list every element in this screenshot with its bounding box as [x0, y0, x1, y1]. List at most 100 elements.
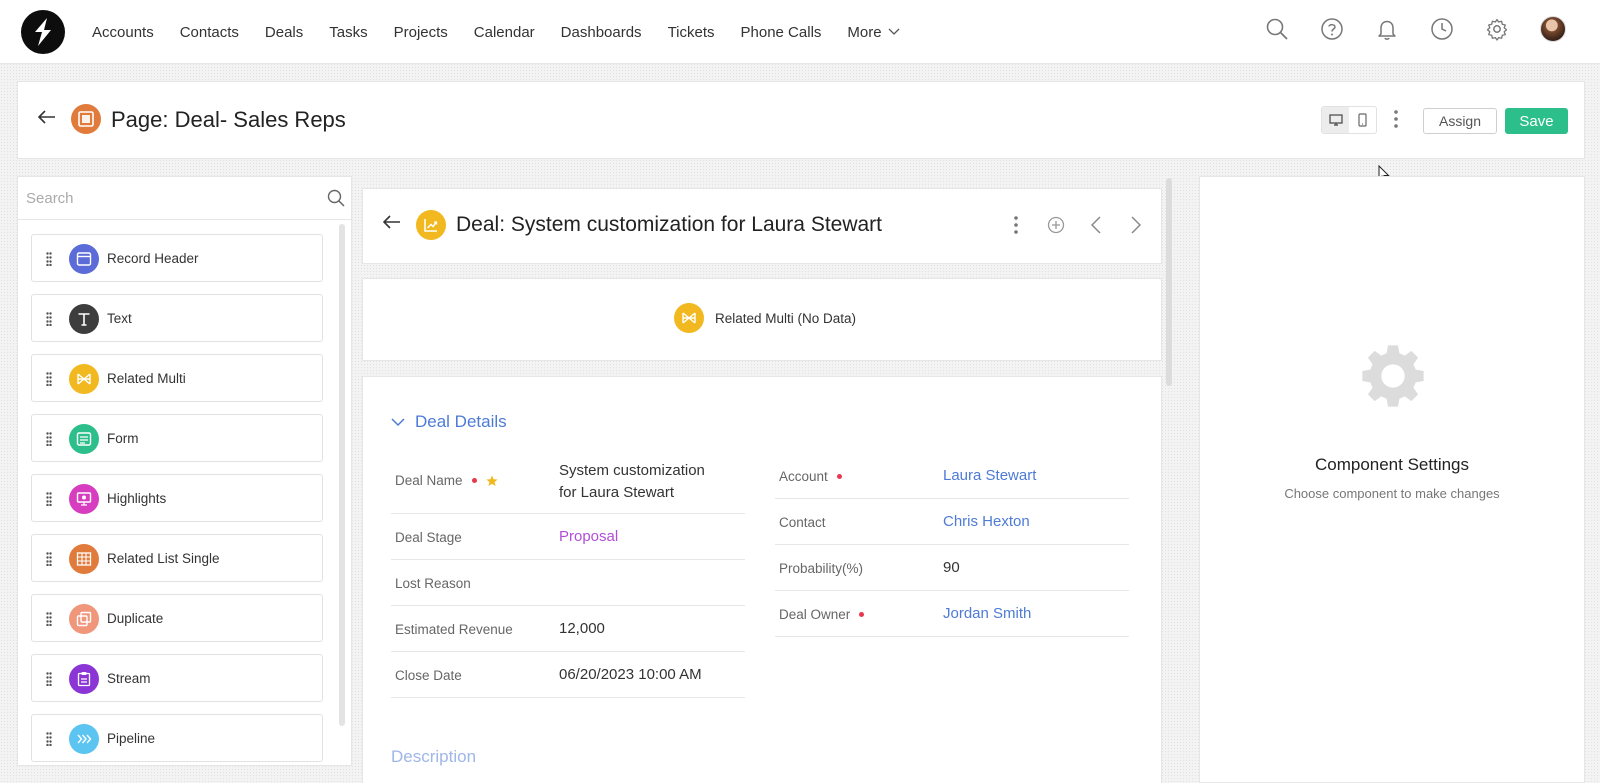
- palette-search: [18, 177, 351, 220]
- drag-handle-icon[interactable]: [46, 552, 52, 566]
- desktop-icon: [1328, 114, 1343, 126]
- desktop-view-button[interactable]: [1322, 107, 1349, 133]
- form-icon: [69, 424, 99, 454]
- palette-scrollbar[interactable]: [339, 224, 345, 726]
- search-icon[interactable]: [327, 189, 345, 207]
- drag-handle-icon[interactable]: [46, 252, 52, 266]
- field-estimated-revenue: Estimated Revenue 12,000: [391, 606, 745, 652]
- canvas-scrollbar[interactable]: [1166, 178, 1172, 386]
- page-header: Page: Deal- Sales Reps Assign Save: [17, 81, 1585, 159]
- field-value: 06/20/2023 10:00 AM: [559, 666, 702, 683]
- required-indicator: [471, 478, 477, 483]
- mobile-view-button[interactable]: [1349, 107, 1376, 133]
- drag-handle-icon[interactable]: [46, 492, 52, 506]
- save-button[interactable]: Save: [1505, 108, 1568, 134]
- field-label: Close Date: [395, 668, 462, 683]
- component-stream[interactable]: Stream: [31, 654, 323, 702]
- add-circle-icon[interactable]: [1044, 213, 1068, 237]
- nav-item-tickets[interactable]: Tickets: [668, 24, 715, 41]
- related-multi-icon: [674, 303, 704, 333]
- nav-item-deals[interactable]: Deals: [265, 24, 303, 41]
- field-value: 90: [943, 559, 960, 576]
- clock-icon[interactable]: [1430, 17, 1454, 41]
- nav-item-more[interactable]: More: [847, 24, 900, 41]
- nav-item-accounts[interactable]: Accounts: [92, 24, 154, 41]
- field-contact: Contact Chris Hexton: [775, 499, 1129, 545]
- user-avatar[interactable]: [1540, 16, 1566, 42]
- field-label-text: Deal Owner: [779, 607, 851, 622]
- component-list: Record Header Text Related Multi Form Hi…: [31, 234, 323, 765]
- star-icon: [485, 475, 498, 486]
- drag-handle-icon[interactable]: [46, 312, 52, 326]
- description-section-title[interactable]: Description: [391, 747, 476, 767]
- component-record-header[interactable]: Record Header: [31, 234, 323, 282]
- drag-handle-icon[interactable]: [46, 372, 52, 386]
- nav-item-phone-calls[interactable]: Phone Calls: [741, 24, 822, 41]
- related-multi-placeholder: Related Multi (No Data): [674, 303, 856, 333]
- nav-item-dashboards[interactable]: Dashboards: [561, 24, 642, 41]
- previous-record-icon[interactable]: [1084, 213, 1108, 237]
- more-options-icon[interactable]: [1394, 110, 1398, 128]
- next-record-icon[interactable]: [1124, 213, 1148, 237]
- field-deal-name: Deal Name System customization for Laura…: [391, 453, 745, 514]
- app-logo[interactable]: [21, 10, 65, 54]
- deal-details-section-toggle[interactable]: Deal Details: [391, 412, 507, 432]
- duplicate-icon: [69, 604, 99, 634]
- drag-handle-icon[interactable]: [46, 432, 52, 446]
- record-title: Deal: System customization for Laura Ste…: [456, 213, 883, 236]
- section-title: Deal Details: [415, 412, 507, 431]
- drag-handle-icon[interactable]: [46, 612, 52, 626]
- form-component[interactable]: Deal Details Deal Name System customizat…: [362, 376, 1162, 783]
- component-highlights[interactable]: Highlights: [31, 474, 323, 522]
- text-icon: [69, 304, 99, 334]
- related-multi-label: Related Multi (No Data): [715, 310, 857, 326]
- field-value: Proposal: [559, 528, 619, 545]
- component-pipeline[interactable]: Pipeline: [31, 714, 323, 762]
- record-header-component[interactable]: Deal: System customization for Laura Ste…: [362, 188, 1162, 264]
- assign-button[interactable]: Assign: [1423, 108, 1497, 134]
- deal-owner-link[interactable]: Jordan Smith: [943, 603, 1031, 625]
- chevron-down-icon: [391, 417, 405, 426]
- mobile-icon: [1358, 113, 1367, 127]
- bell-icon[interactable]: [1375, 17, 1399, 41]
- field-value: 12,000: [559, 620, 605, 637]
- drag-handle-icon[interactable]: [46, 672, 52, 686]
- nav-item-projects[interactable]: Projects: [394, 24, 448, 41]
- drag-handle-icon[interactable]: [46, 732, 52, 746]
- main-menu: Accounts Contacts Deals Tasks Projects C…: [92, 0, 926, 64]
- component-label: Highlights: [107, 491, 167, 506]
- pipeline-icon: [69, 724, 99, 754]
- field-label: Account: [779, 469, 842, 484]
- help-icon[interactable]: [1320, 17, 1344, 41]
- account-link[interactable]: Laura Stewart: [943, 465, 1036, 487]
- record-more-options-icon[interactable]: [1004, 213, 1028, 237]
- nav-item-contacts[interactable]: Contacts: [180, 24, 239, 41]
- search-icon[interactable]: [1265, 17, 1289, 41]
- component-text[interactable]: Text: [31, 294, 323, 342]
- required-indicator: [836, 474, 842, 479]
- component-related-list-single[interactable]: Related List Single: [31, 534, 323, 582]
- component-duplicate[interactable]: Duplicate: [31, 594, 323, 642]
- component-form[interactable]: Form: [31, 414, 323, 462]
- gear-icon[interactable]: [1485, 17, 1509, 41]
- field-label: Deal Stage: [395, 530, 462, 545]
- top-navigation-bar: Accounts Contacts Deals Tasks Projects C…: [0, 0, 1600, 64]
- related-multi-component[interactable]: Related Multi (No Data): [362, 278, 1162, 361]
- component-label: Pipeline: [107, 731, 156, 746]
- settings-gear-icon: [1362, 345, 1424, 407]
- field-label: Deal Name: [395, 473, 498, 488]
- field-lost-reason: Lost Reason: [391, 560, 745, 606]
- palette-search-input[interactable]: [26, 187, 306, 209]
- component-related-multi[interactable]: Related Multi: [31, 354, 323, 402]
- back-arrow-icon[interactable]: [38, 110, 56, 124]
- component-label: Record Header: [107, 251, 199, 266]
- component-label: Text: [107, 311, 132, 326]
- required-indicator: [859, 612, 865, 617]
- nav-item-calendar[interactable]: Calendar: [474, 24, 535, 41]
- contact-link[interactable]: Chris Hexton: [943, 511, 1030, 533]
- component-settings-panel: Component Settings Choose component to m…: [1199, 176, 1585, 783]
- settings-subtitle: Choose component to make changes: [1284, 486, 1500, 501]
- nav-item-tasks[interactable]: Tasks: [329, 24, 367, 41]
- back-arrow-icon[interactable]: [383, 215, 401, 229]
- related-multi-icon: [69, 364, 99, 394]
